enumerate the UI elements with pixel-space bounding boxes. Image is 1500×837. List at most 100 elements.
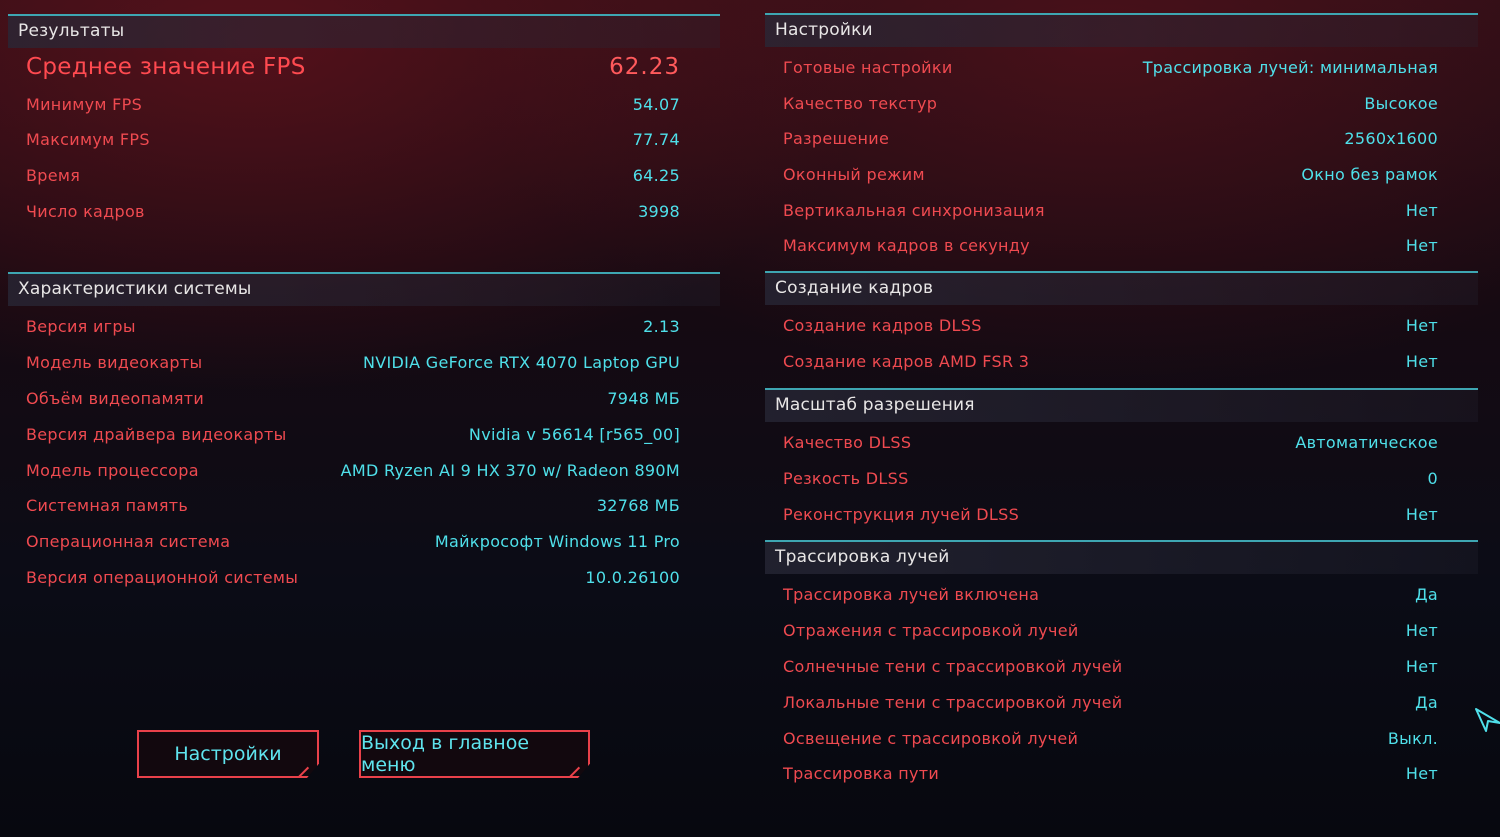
frame-gen-panel: Создание кадров Создание кадров DLSS Нет… xyxy=(765,271,1478,381)
system-row: Версия операционной системы 10.0.26100 xyxy=(8,565,680,595)
row-value: Нет xyxy=(1405,352,1438,371)
raytracing-row: Трассировка пути Нет xyxy=(765,761,1438,791)
row-value: Nvidia v 56614 [r565_00] xyxy=(468,425,680,444)
scaling-header: Масштаб разрешения xyxy=(765,388,1478,422)
scaling-row: Реконструкция лучей DLSS Нет xyxy=(765,502,1438,532)
settings-row: Разрешение 2560x1600 xyxy=(765,126,1438,156)
system-row: Модель процессора AMD Ryzen AI 9 HX 370 … xyxy=(8,458,680,488)
row-value: Нет xyxy=(1405,316,1438,335)
system-row: Версия драйвера видеокарты Nvidia v 5661… xyxy=(8,422,680,452)
mouse-cursor-icon xyxy=(1475,708,1500,732)
results-row: Число кадров 3998 xyxy=(8,199,680,229)
benchmark-results-screen: Результаты Среднее значение FPS 62.23 Ми… xyxy=(0,0,1500,837)
raytracing-panel: Трассировка лучей Трассировка лучей вклю… xyxy=(765,540,1478,800)
avg-fps-label: Среднее значение FPS xyxy=(26,54,306,80)
row-label: Освещение с трассировкой лучей xyxy=(783,729,1079,748)
row-value: Автоматическое xyxy=(1295,433,1438,452)
scaling-row: Резкость DLSS 0 xyxy=(765,466,1438,496)
settings-row: Оконный режим Окно без рамок xyxy=(765,162,1438,192)
system-row: Версия игры 2.13 xyxy=(8,314,680,344)
system-row: Системная память 32768 МБ xyxy=(8,493,680,523)
results-header: Результаты xyxy=(8,14,720,48)
system-row: Операционная система Майкрософт Windows … xyxy=(8,529,680,559)
row-label: Солнечные тени с трассировкой лучей xyxy=(783,657,1123,676)
row-label: Максимум FPS xyxy=(26,130,150,149)
raytracing-header: Трассировка лучей xyxy=(765,540,1478,574)
row-value: Да xyxy=(1415,693,1438,712)
row-value: Нет xyxy=(1405,621,1438,640)
row-value: Нет xyxy=(1405,505,1438,524)
scaling-panel: Масштаб разрешения Качество DLSS Автомат… xyxy=(765,388,1478,534)
row-label: Качество текстур xyxy=(783,94,938,113)
row-value: Трассировка лучей: минимальная xyxy=(1142,58,1438,77)
raytracing-row: Освещение с трассировкой лучей Выкл. xyxy=(765,726,1438,756)
row-label: Вертикальная синхронизация xyxy=(783,201,1045,220)
row-value: 0 xyxy=(1427,469,1438,488)
exit-to-main-menu-button[interactable]: Выход в главное меню xyxy=(359,730,590,778)
raytracing-title: Трассировка лучей xyxy=(775,547,950,567)
row-label: Версия операционной системы xyxy=(26,568,299,587)
row-value: 32768 МБ xyxy=(596,496,680,515)
row-value: 54.07 xyxy=(632,95,680,114)
frame-gen-title: Создание кадров xyxy=(775,278,934,298)
avg-fps-value: 62.23 xyxy=(609,54,680,80)
results-panel: Результаты Среднее значение FPS 62.23 Ми… xyxy=(8,14,720,264)
row-label: Максимум кадров в секунду xyxy=(783,236,1030,255)
row-label: Объём видеопамяти xyxy=(26,389,205,408)
row-value: 64.25 xyxy=(632,166,680,185)
row-value: Нет xyxy=(1405,236,1438,255)
settings-row: Максимум кадров в секунду Нет xyxy=(765,233,1438,263)
row-label: Время xyxy=(26,166,81,185)
raytracing-row: Локальные тени с трассировкой лучей Да xyxy=(765,690,1438,720)
system-row: Модель видеокарты NVIDIA GeForce RTX 407… xyxy=(8,350,680,380)
row-value: 2560x1600 xyxy=(1344,129,1438,148)
row-label: Системная память xyxy=(26,496,189,515)
frame-gen-header: Создание кадров xyxy=(765,271,1478,305)
row-label: Качество DLSS xyxy=(783,433,912,452)
row-label: Число кадров xyxy=(26,202,145,221)
row-label: Операционная система xyxy=(26,532,231,551)
row-label: Трассировка пути xyxy=(783,764,940,783)
raytracing-row: Трассировка лучей включена Да xyxy=(765,582,1438,612)
row-value: AMD Ryzen AI 9 HX 370 w/ Radeon 890M xyxy=(340,461,680,480)
settings-row: Качество текстур Высокое xyxy=(765,91,1438,121)
results-title: Результаты xyxy=(18,21,125,41)
system-header: Характеристики системы xyxy=(8,272,720,306)
row-label: Минимум FPS xyxy=(26,95,143,114)
row-value: Да xyxy=(1415,585,1438,604)
row-value: Окно без рамок xyxy=(1301,165,1438,184)
row-value: 2.13 xyxy=(643,317,680,336)
row-label: Модель процессора xyxy=(26,461,199,480)
row-label: Разрешение xyxy=(783,129,890,148)
settings-header: Настройки xyxy=(765,13,1478,47)
scaling-title: Масштаб разрешения xyxy=(775,395,975,415)
row-label: Локальные тени с трассировкой лучей xyxy=(783,693,1123,712)
settings-panel: Настройки Готовые настройки Трассировка … xyxy=(765,13,1478,263)
row-label: Версия игры xyxy=(26,317,136,336)
row-value: 10.0.26100 xyxy=(585,568,680,587)
avg-fps-row: Среднее значение FPS 62.23 xyxy=(8,54,680,84)
system-row: Объём видеопамяти 7948 МБ xyxy=(8,386,680,416)
row-label: Модель видеокарты xyxy=(26,353,203,372)
scaling-row: Качество DLSS Автоматическое xyxy=(765,430,1438,460)
row-value: Нет xyxy=(1405,764,1438,783)
settings-row: Вертикальная синхронизация Нет xyxy=(765,198,1438,228)
frame-gen-row: Создание кадров DLSS Нет xyxy=(765,313,1438,343)
row-value: Высокое xyxy=(1364,94,1438,113)
row-value: 77.74 xyxy=(632,130,680,149)
row-value: Майкрософт Windows 11 Pro xyxy=(434,532,680,551)
row-label: Реконструкция лучей DLSS xyxy=(783,505,1020,524)
row-label: Версия драйвера видеокарты xyxy=(26,425,287,444)
row-label: Трассировка лучей включена xyxy=(783,585,1040,604)
row-value: NVIDIA GeForce RTX 4070 Laptop GPU xyxy=(362,353,680,372)
row-label: Резкость DLSS xyxy=(783,469,909,488)
row-value: Нет xyxy=(1405,201,1438,220)
row-label: Отражения с трассировкой лучей xyxy=(783,621,1079,640)
row-label: Создание кадров DLSS xyxy=(783,316,982,335)
row-value: 3998 xyxy=(638,202,680,221)
settings-button[interactable]: Настройки xyxy=(137,730,319,778)
row-label: Готовые настройки xyxy=(783,58,953,77)
row-label: Создание кадров AMD FSR 3 xyxy=(783,352,1030,371)
results-row: Минимум FPS 54.07 xyxy=(8,92,680,122)
system-panel: Характеристики системы Версия игры 2.13 … xyxy=(8,272,720,592)
